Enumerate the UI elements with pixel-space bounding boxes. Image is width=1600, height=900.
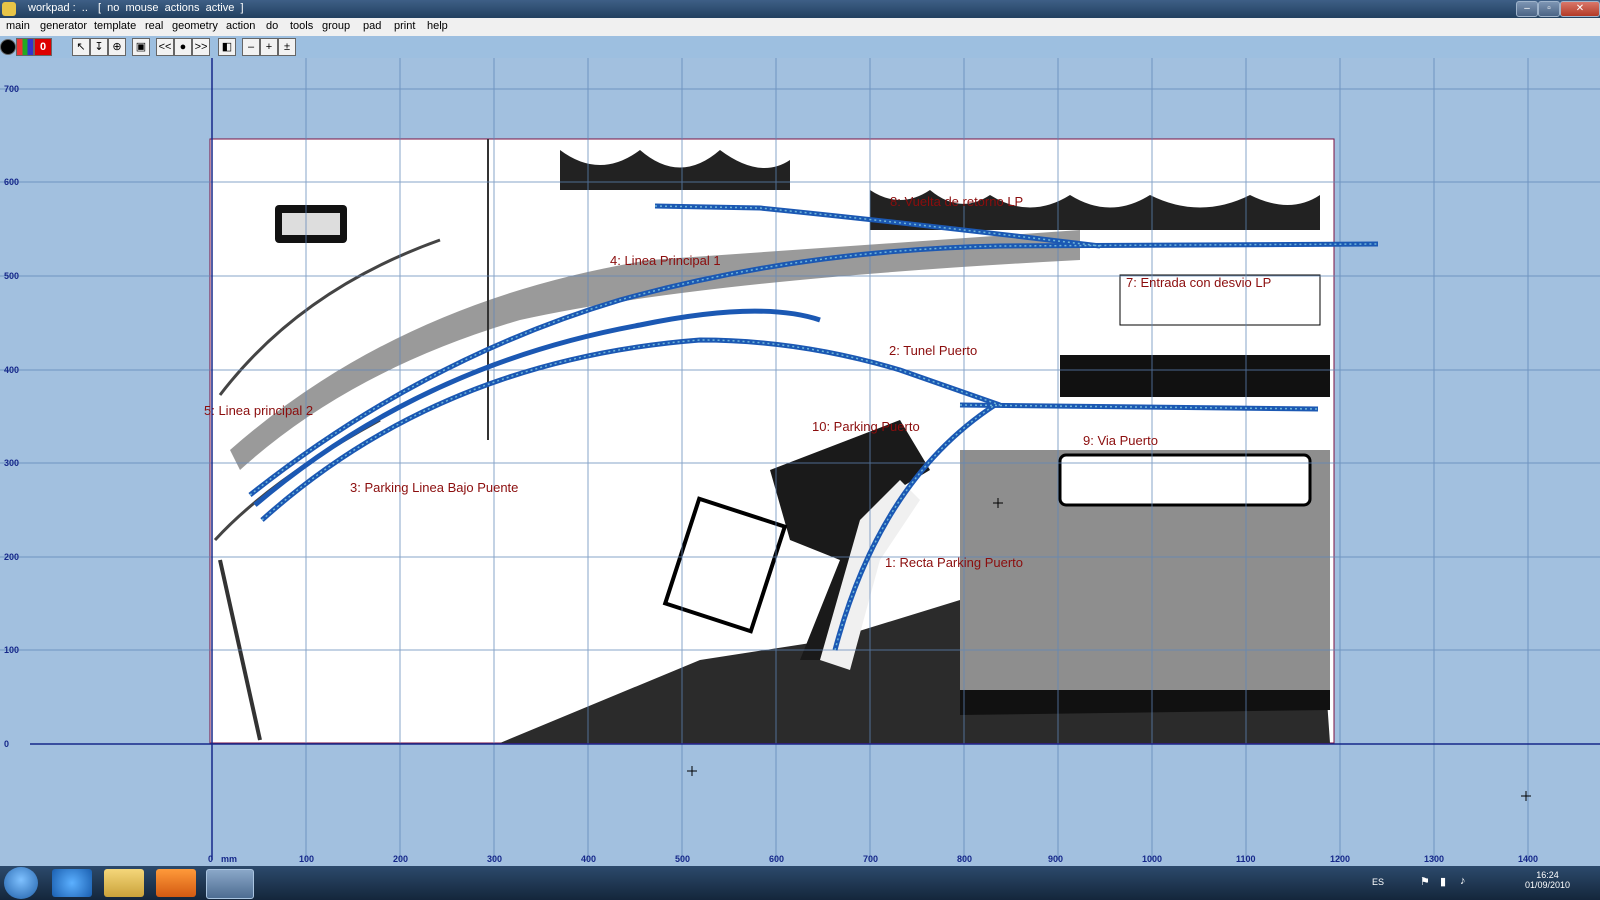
label-parking-linea-bajo-puente: 3: Parking Linea Bajo Puente xyxy=(350,480,518,495)
x-tick: 1100 xyxy=(1236,854,1256,864)
zoom-in-icon[interactable]: + xyxy=(260,38,278,56)
system-tray: ES ⚑ ▮ ♪ 16:24 01/09/2010 xyxy=(1360,866,1600,900)
start-button[interactable] xyxy=(4,867,38,899)
clock-date: 01/09/2010 xyxy=(1524,880,1570,890)
label-entrada-desvio: 7: Entrada con desvio LP xyxy=(1126,275,1271,290)
zoom-grid-icon[interactable]: ± xyxy=(278,38,296,56)
label-linea-principal-1: 4: Linea Principal 1 xyxy=(610,253,721,268)
window-title: workpad : .. xyxy=(28,2,88,14)
target-icon[interactable]: ⊕ xyxy=(108,38,126,56)
menu-group[interactable]: group xyxy=(322,20,350,32)
toolbar: 0 ↖ ↧ ⊕ ▣ << ● >> ◧ – + ± xyxy=(0,36,1600,58)
label-vuelta-retorno: 8: Vuelta de retorno LP xyxy=(890,194,1023,209)
clock-time: 16:24 xyxy=(1536,870,1559,880)
menu-do[interactable]: do xyxy=(266,20,278,32)
trackplan-svg[interactable]: 1: Recta Parking Puerto 2: Tunel Puerto … xyxy=(0,58,1600,866)
y-tick: 400 xyxy=(4,365,19,375)
x-tick: 400 xyxy=(581,854,596,864)
menu-real[interactable]: real xyxy=(145,20,163,32)
x-tick: 100 xyxy=(299,854,314,864)
x-tick: 700 xyxy=(863,854,878,864)
frame-icon[interactable]: ▣ xyxy=(132,38,150,56)
y-tick: 500 xyxy=(4,271,19,281)
menu-template[interactable]: template xyxy=(94,20,136,32)
forward-button[interactable]: >> xyxy=(192,38,210,56)
pointer-icon[interactable]: ↖ xyxy=(72,38,90,56)
app-icon xyxy=(2,2,16,16)
drawing-canvas[interactable]: 1: Recta Parking Puerto 2: Tunel Puerto … xyxy=(0,58,1600,866)
templot-task-icon[interactable] xyxy=(206,869,254,899)
label-parking-puerto: 10: Parking Puerto xyxy=(812,419,920,434)
close-button[interactable]: ✕ xyxy=(1560,1,1600,17)
move-icon[interactable]: ↧ xyxy=(90,38,108,56)
x-axis-labels: 0 mm 100 200 300 400 500 600 700 800 900… xyxy=(208,854,1538,864)
x-tick: 200 xyxy=(393,854,408,864)
flag-icon[interactable]: ⚑ xyxy=(1420,875,1430,888)
menu-generator[interactable]: generator xyxy=(40,20,87,32)
x-tick: 1000 xyxy=(1142,854,1162,864)
network-icon[interactable]: ▮ xyxy=(1440,875,1446,888)
label-linea-principal-2: 5: Linea principal 2 xyxy=(204,403,313,418)
label-tunel-puerto: 2: Tunel Puerto xyxy=(889,343,977,358)
y-tick: 0 xyxy=(4,739,9,749)
fit-icon[interactable]: ◧ xyxy=(218,38,236,56)
volume-icon[interactable]: ♪ xyxy=(1460,875,1466,887)
zoom-out-icon[interactable]: – xyxy=(242,38,260,56)
counter-badge[interactable]: 0 xyxy=(34,38,52,56)
x-tick: 1200 xyxy=(1330,854,1350,864)
y-tick: 200 xyxy=(4,552,19,562)
clock[interactable]: 16:24 01/09/2010 xyxy=(1525,870,1570,890)
center-button[interactable]: ● xyxy=(174,38,192,56)
rewind-button[interactable]: << xyxy=(156,38,174,56)
x-tick: 0 xyxy=(208,854,213,864)
menu-help[interactable]: help xyxy=(427,20,448,32)
x-tick: 500 xyxy=(675,854,690,864)
menu-pad[interactable]: pad xyxy=(363,20,381,32)
label-recta-parking-puerto: 1: Recta Parking Puerto xyxy=(885,555,1023,570)
maximize-button[interactable]: ▫ xyxy=(1538,1,1560,17)
x-tick: 300 xyxy=(487,854,502,864)
x-unit: mm xyxy=(221,854,237,864)
record-icon[interactable] xyxy=(0,39,16,55)
menu-tools[interactable]: tools xyxy=(290,20,313,32)
x-tick: 1300 xyxy=(1424,854,1444,864)
minimize-button[interactable]: – xyxy=(1516,1,1538,17)
menu-print[interactable]: print xyxy=(394,20,415,32)
media-player-icon[interactable] xyxy=(156,869,196,897)
y-tick: 700 xyxy=(4,84,19,94)
menu-geometry[interactable]: geometry xyxy=(172,20,218,32)
language-indicator[interactable]: ES xyxy=(1372,877,1384,887)
y-tick: 600 xyxy=(4,177,19,187)
background-photo xyxy=(209,138,1335,744)
internet-explorer-icon[interactable] xyxy=(52,869,92,897)
x-tick: 900 xyxy=(1048,854,1063,864)
taskbar: ES ⚑ ▮ ♪ 16:24 01/09/2010 xyxy=(0,866,1600,900)
x-tick: 800 xyxy=(957,854,972,864)
color-icon[interactable] xyxy=(16,38,34,56)
y-axis-labels: 700 600 500 400 300 200 100 0 xyxy=(4,84,19,749)
y-tick: 100 xyxy=(4,645,19,655)
folder-icon[interactable] xyxy=(104,869,144,897)
y-tick: 300 xyxy=(4,458,19,468)
menu-bar: main generator template real geometry ac… xyxy=(0,18,1600,37)
title-bar: workpad : .. [ no mouse actions active ]… xyxy=(0,0,1600,18)
label-via-puerto: 9: Via Puerto xyxy=(1083,433,1158,448)
menu-main[interactable]: main xyxy=(6,20,30,32)
menu-action[interactable]: action xyxy=(226,20,255,32)
x-tick: 1400 xyxy=(1518,854,1538,864)
x-tick: 600 xyxy=(769,854,784,864)
mouse-status: [ no mouse actions active ] xyxy=(98,2,244,14)
